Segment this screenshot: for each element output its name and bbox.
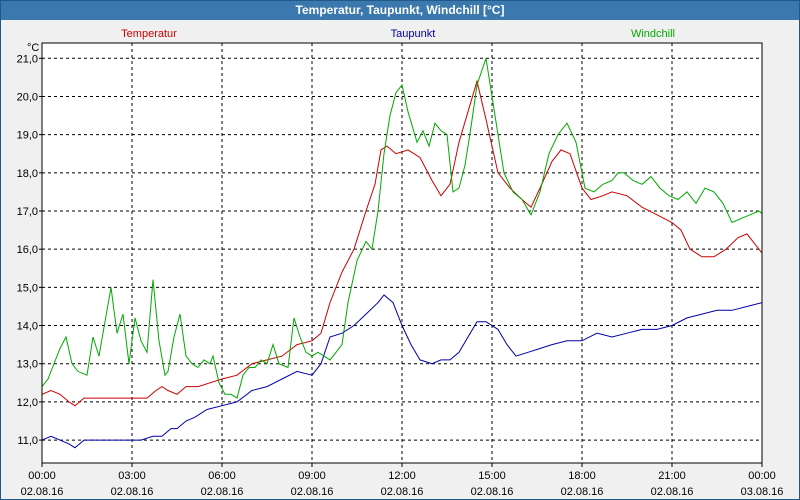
y-tick-label: 12,0 — [17, 397, 38, 409]
line-chart: 21,0 20,0 19,0 18,0 17,0 16,0 15,0 14,0 13,0 12,0… — [17, 28, 784, 498]
x-tick-date: 02.08.16 — [21, 486, 64, 498]
chart-window: Temperatur, Taupunkt, Windchill [°C] 21,… — [0, 0, 800, 500]
x-tick-date: 02.08.16 — [201, 486, 244, 498]
y-tick-label: 19,0 — [17, 130, 38, 142]
x-tick-date: 02.08.16 — [291, 486, 334, 498]
legend-entry-taupunkt: Taupunkt — [391, 28, 436, 40]
x-tick-time: 15:00 — [478, 470, 506, 482]
legend-entry-temperatur: Temperatur — [121, 28, 177, 40]
x-tick-time: 21:00 — [658, 470, 686, 482]
y-axis-ticks: 21,0 20,0 19,0 18,0 17,0 16,0 15,0 14,0 13,0 12,0… — [17, 53, 42, 447]
x-tick-time: 00:00 — [748, 470, 776, 482]
x-tick-time: 12:00 — [388, 470, 416, 482]
y-tick-label: 16,0 — [17, 244, 38, 256]
x-tick-date: 02.08.16 — [381, 486, 424, 498]
y-tick-label: 11,0 — [17, 435, 38, 447]
y-tick-label: 13,0 — [17, 359, 38, 371]
legend: Temperatur Taupunkt Windchill — [121, 28, 675, 40]
x-tick-time: 09:00 — [298, 470, 326, 482]
x-tick-date: 03.08.16 — [741, 486, 784, 498]
y-axis-unit: °C — [27, 42, 39, 54]
x-tick-date: 02.08.16 — [651, 486, 694, 498]
y-tick-label: 17,0 — [17, 206, 38, 218]
x-tick-time: 00:00 — [28, 470, 56, 482]
x-tick-date: 02.08.16 — [471, 486, 514, 498]
x-tick-date: 02.08.16 — [111, 486, 154, 498]
y-tick-label: 14,0 — [17, 321, 38, 333]
legend-entry-windchill: Windchill — [631, 28, 675, 40]
x-tick-date: 02.08.16 — [561, 486, 604, 498]
x-tick-time: 18:00 — [568, 470, 596, 482]
y-tick-label: 15,0 — [17, 282, 38, 294]
y-tick-label: 21,0 — [17, 53, 38, 65]
x-tick-time: 03:00 — [118, 470, 146, 482]
y-tick-label: 20,0 — [17, 91, 38, 103]
y-tick-label: 18,0 — [17, 168, 38, 180]
x-tick-time: 06:00 — [208, 470, 236, 482]
window-title: Temperatur, Taupunkt, Windchill [°C] — [1, 1, 799, 20]
x-axis-ticks: 00:00 02.08.16 03:00 02.08.16 06:00 02.08.16 0… — [21, 463, 784, 498]
